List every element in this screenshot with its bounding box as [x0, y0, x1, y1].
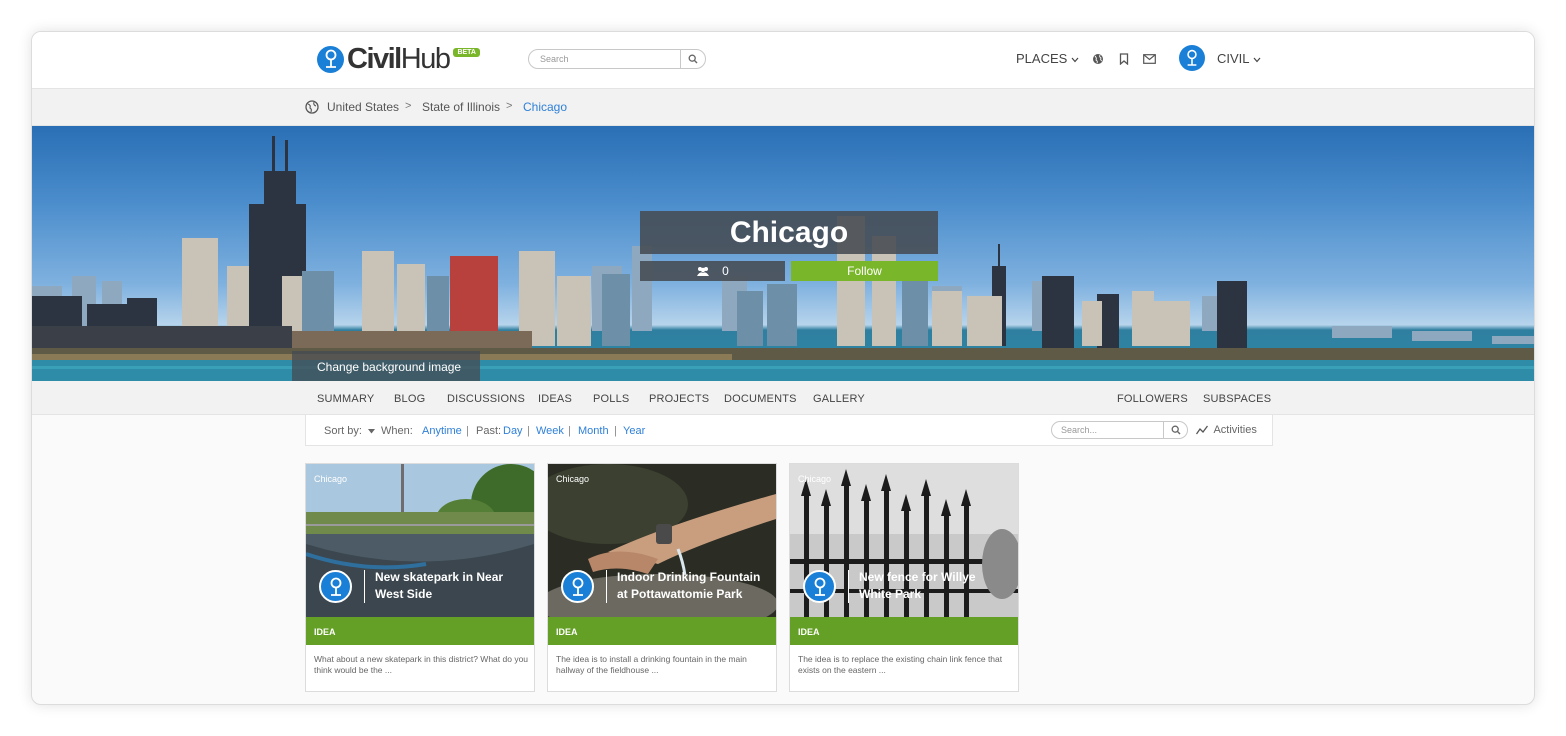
- filter-separator: |: [466, 425, 469, 437]
- card-divider: [364, 570, 365, 603]
- breadcrumb-chicago[interactable]: Chicago: [523, 100, 567, 114]
- tab-blog[interactable]: BLOG: [394, 393, 425, 405]
- breadcrumb-united-states[interactable]: United States: [327, 100, 399, 114]
- user-menu[interactable]: CIVIL: [1217, 51, 1261, 66]
- tab-discussions[interactable]: DISCUSSIONS: [447, 393, 525, 405]
- card-place[interactable]: Chicago: [314, 474, 347, 484]
- activities-button[interactable]: Activities: [1195, 424, 1257, 436]
- filter-separator: |: [614, 425, 617, 437]
- tab-projects[interactable]: PROJECTS: [649, 393, 709, 405]
- change-background-button[interactable]: Change background image: [292, 351, 480, 381]
- breadcrumb-state-of-illinois[interactable]: State of Illinois: [422, 100, 500, 114]
- activity-search-input[interactable]: Search...: [1051, 421, 1188, 439]
- place-title: Chicago: [729, 215, 849, 249]
- tab-subspaces[interactable]: SUBSPACES: [1203, 393, 1271, 405]
- card-title[interactable]: New skatepark in Near West Side: [375, 569, 525, 603]
- filter-year[interactable]: Year: [623, 425, 645, 437]
- civilhub-logo[interactable]: CivilHub BETA: [317, 44, 480, 74]
- top-navbar: CivilHub BETA Search PLACES CIVIL: [32, 32, 1534, 89]
- browser-frame: CivilHub BETA Search PLACES CIVIL United…: [31, 31, 1535, 705]
- logo-icon: [317, 45, 344, 73]
- followers-icon: [697, 267, 710, 276]
- user-name-label: CIVIL: [1217, 51, 1250, 66]
- places-menu[interactable]: PLACES: [1016, 51, 1079, 66]
- breadcrumb: United States > State of Illinois > Chic…: [32, 89, 1534, 126]
- beta-badge: BETA: [453, 48, 480, 57]
- filter-separator: |: [527, 425, 530, 437]
- filter-day[interactable]: Day: [503, 425, 523, 437]
- author-avatar[interactable]: [561, 570, 594, 603]
- card-place[interactable]: Chicago: [798, 474, 831, 484]
- search-placeholder: Search: [540, 54, 569, 64]
- place-title-box: Chicago: [640, 211, 938, 254]
- caret-down-icon: [367, 428, 375, 434]
- breadcrumb-separator: >: [506, 100, 513, 112]
- card-place[interactable]: Chicago: [556, 474, 589, 484]
- author-avatar[interactable]: [803, 570, 836, 603]
- sort-by-label: Sort by:: [324, 425, 362, 437]
- tab-polls[interactable]: POLLS: [593, 393, 629, 405]
- search-icon[interactable]: [1163, 422, 1187, 438]
- card-type-badge: IDEA: [306, 617, 534, 645]
- activities-icon: [1195, 425, 1209, 435]
- card-type-badge: IDEA: [790, 617, 1018, 645]
- hero-banner: Chicago 0 Follow Change background image: [32, 126, 1534, 381]
- earth-icon: [305, 100, 319, 119]
- tab-ideas[interactable]: IDEAS: [538, 393, 572, 405]
- sort-by-dropdown[interactable]: Sort by:: [324, 425, 375, 437]
- card-divider: [606, 570, 607, 603]
- search-placeholder: Search...: [1061, 425, 1098, 435]
- tab-summary[interactable]: SUMMARY: [317, 393, 374, 405]
- when-label: When:: [381, 425, 413, 437]
- breadcrumb-separator: >: [405, 100, 412, 112]
- author-avatar[interactable]: [319, 570, 352, 603]
- tab-documents[interactable]: DOCUMENTS: [724, 393, 797, 405]
- activities-label: Activities: [1213, 424, 1257, 436]
- filter-separator: |: [568, 425, 571, 437]
- idea-card[interactable]: Chicago New skatepark in Near West Side …: [305, 463, 535, 692]
- globe-icon[interactable]: [1091, 52, 1105, 66]
- tab-followers[interactable]: FOLLOWERS: [1117, 393, 1188, 405]
- card-description: What about a new skatepark in this distr…: [314, 654, 529, 675]
- idea-card[interactable]: Chicago New fence for Willye White Park …: [789, 463, 1019, 692]
- logo-text: CivilHub: [347, 43, 451, 75]
- chevron-down-icon: [1253, 57, 1261, 62]
- header-search-input[interactable]: Search: [528, 49, 706, 69]
- filter-bar: Sort by: When: Anytime | Past: Day | Wee…: [305, 415, 1273, 446]
- follow-button[interactable]: Follow: [791, 261, 938, 281]
- places-label: PLACES: [1016, 51, 1068, 66]
- followers-count-box[interactable]: 0: [640, 261, 785, 281]
- user-avatar[interactable]: [1179, 45, 1205, 71]
- card-title[interactable]: New fence for Willye White Park: [859, 569, 1009, 603]
- search-icon[interactable]: [680, 50, 705, 68]
- card-description: The idea is to install a drinking founta…: [556, 654, 747, 675]
- section-tabs: SUMMARY BLOG DISCUSSIONS IDEAS POLLS PRO…: [32, 381, 1534, 415]
- mail-icon[interactable]: [1142, 52, 1156, 66]
- tab-gallery[interactable]: GALLERY: [813, 393, 865, 405]
- chevron-down-icon: [1071, 57, 1079, 62]
- card-description: The idea is to replace the existing chai…: [798, 654, 1003, 675]
- card-type-badge: IDEA: [548, 617, 776, 645]
- idea-card[interactable]: Chicago Indoor Drinking Fountain at Pott…: [547, 463, 777, 692]
- card-title[interactable]: Indoor Drinking Fountain at Pottawattomi…: [617, 569, 767, 603]
- bookmark-icon[interactable]: [1117, 52, 1131, 66]
- followers-count: 0: [722, 264, 729, 278]
- filter-anytime[interactable]: Anytime: [422, 425, 462, 437]
- past-label: Past:: [476, 425, 502, 437]
- card-divider: [848, 570, 849, 603]
- filter-week[interactable]: Week: [536, 425, 564, 437]
- filter-month[interactable]: Month: [578, 425, 609, 437]
